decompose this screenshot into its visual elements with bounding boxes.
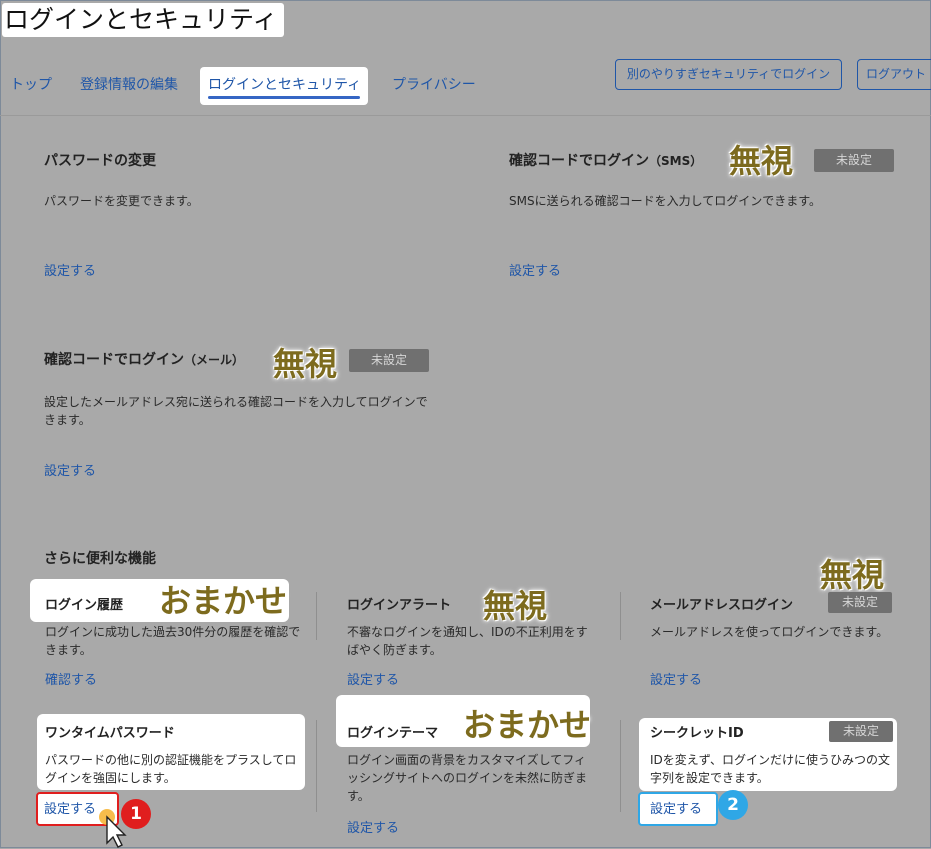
password-card-desc: パスワードを変更できます。 (44, 194, 199, 208)
tab-profile-edit[interactable]: 登録情報の編集 (80, 74, 178, 94)
mail-setup-link[interactable]: 設定する (44, 460, 96, 479)
features-heading: さらに便利な機能 (44, 551, 156, 567)
tab-login-security[interactable]: ログインとセキュリティ (200, 67, 368, 105)
alert-desc: 不審なログインを通知し、IDの不正利用をすばやく防ぎます。 (347, 625, 588, 657)
theme-desc: ログイン画面の背景をカスタマイズしてフィッシングサイトへのログインを未然に防ぎま… (347, 753, 588, 803)
alert-title: ログインアラート (347, 598, 452, 613)
page-title: ログインとセキュリティ (2, 3, 284, 37)
ignore-note-sms: 無視 (729, 142, 794, 180)
secret-id-status-badge: 未設定 (829, 721, 893, 742)
tab-top[interactable]: トップ (10, 74, 52, 94)
sms-setup-link[interactable]: 設定する (509, 260, 561, 279)
onetime-title: ワンタイムパスワード (45, 726, 175, 741)
password-setup-link[interactable]: 設定する (44, 260, 96, 279)
auto-note-history: おまかせ (159, 582, 288, 620)
mail-card-title-suffix: （メール） (184, 353, 245, 367)
auto-note-theme: おまかせ (463, 706, 592, 744)
email-login-setup-link[interactable]: 設定する (650, 669, 702, 688)
other-login-button[interactable]: 別のやりすぎセキュリティでログイン (615, 59, 842, 90)
active-tab-indicator (208, 96, 360, 99)
sms-status-badge: 未設定 (814, 149, 894, 172)
onetime-desc: パスワードの他に別の認証機能をプラスしてログインを強固にします。 (45, 753, 297, 785)
alert-setup-link[interactable]: 設定する (347, 669, 399, 688)
mail-card-title-text: 確認コードでログイン (44, 352, 184, 368)
onetime-setup-link[interactable]: 設定する (44, 798, 96, 817)
secret-id-desc: IDを変えず、ログインだけに使うひみつの文字列を設定できます。 (650, 753, 890, 785)
sms-card-title-suffix: （SMS） (649, 154, 703, 168)
step-marker-2: 2 (718, 790, 748, 820)
sms-card-title: 確認コードでログイン（SMS） (509, 150, 702, 170)
sms-card-title-text: 確認コードでログイン (509, 153, 649, 169)
ignore-note-alert: 無視 (483, 587, 548, 625)
password-card-title: パスワードの変更 (44, 153, 156, 169)
mail-card-desc: 設定したメールアドレス宛に送られる確認コードを入力してログインできます。 (44, 395, 428, 427)
column-divider (620, 720, 621, 812)
tab-privacy[interactable]: プライバシー (392, 74, 476, 94)
secret-id-setup-link[interactable]: 設定する (650, 798, 702, 817)
mail-status-badge: 未設定 (349, 349, 429, 372)
column-divider (620, 592, 621, 640)
tab-login-security-label: ログインとセキュリティ (208, 77, 362, 93)
mail-card-title: 確認コードでログイン（メール） (44, 349, 244, 369)
column-divider (316, 720, 317, 812)
history-check-link[interactable]: 確認する (45, 669, 97, 688)
theme-setup-link[interactable]: 設定する (347, 817, 399, 836)
sms-card-desc: SMSに送られる確認コードを入力してログインできます。 (509, 194, 822, 208)
mouse-cursor-icon (99, 809, 127, 848)
secret-id-title: シークレットID (650, 726, 744, 741)
theme-title: ログインテーマ (347, 726, 439, 741)
ignore-note-email-login: 無視 (820, 556, 885, 594)
ignore-note-mail: 無視 (273, 345, 338, 383)
logout-button[interactable]: ログアウト (857, 59, 931, 90)
history-desc: ログインに成功した過去30件分の履歴を確認できます。 (45, 625, 301, 657)
header-divider (0, 115, 931, 116)
history-title: ログイン履歴 (45, 598, 124, 613)
email-login-status-badge: 未設定 (828, 592, 892, 613)
email-login-desc: メールアドレスを使ってログインできます。 (650, 625, 889, 639)
email-login-title: メールアドレスログイン (650, 598, 794, 613)
column-divider (316, 592, 317, 640)
